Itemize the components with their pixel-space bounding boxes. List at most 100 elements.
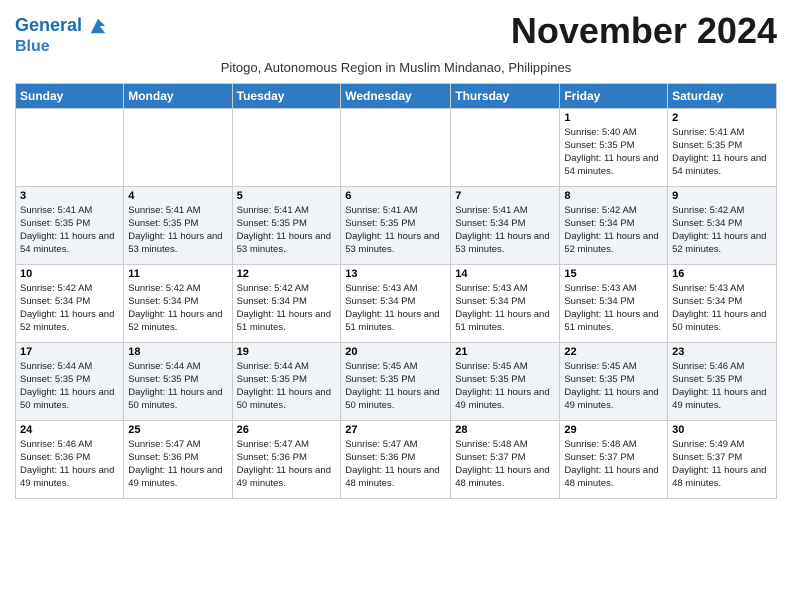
day-number: 24: [20, 424, 119, 436]
day-cell: [232, 108, 341, 186]
day-number: 7: [455, 190, 555, 202]
column-header-wednesday: Wednesday: [341, 83, 451, 108]
day-cell: 12Sunrise: 5:42 AMSunset: 5:34 PMDayligh…: [232, 264, 341, 342]
day-info: Sunrise: 5:44 AMSunset: 5:35 PMDaylight:…: [20, 360, 119, 413]
week-row-1: 1 Sunrise: 5:40 AMSunset: 5:35 PMDaylight…: [16, 108, 777, 186]
day-cell: 4 Sunrise: 5:41 AMSunset: 5:35 PMDaylight…: [124, 186, 232, 264]
day-number: 22: [564, 346, 663, 358]
day-info: Sunrise: 5:45 AMSunset: 5:35 PMDaylight:…: [455, 360, 555, 413]
column-header-thursday: Thursday: [451, 83, 560, 108]
day-cell: 27 Sunrise: 5:47 AMSunset: 5:36 PMDayligh…: [341, 420, 451, 498]
day-cell: [451, 108, 560, 186]
day-cell: 5Sunrise: 5:41 AMSunset: 5:35 PMDaylight…: [232, 186, 341, 264]
day-info: Sunrise: 5:42 AMSunset: 5:34 PMDaylight:…: [564, 204, 663, 257]
day-number: 29: [564, 424, 663, 436]
day-cell: 9Sunrise: 5:42 AMSunset: 5:34 PMDaylight…: [668, 186, 777, 264]
day-number: 9: [672, 190, 772, 202]
day-cell: 30 Sunrise: 5:49 AMSunset: 5:37 PMDayligh…: [668, 420, 777, 498]
day-cell: 16 Sunrise: 5:43 AMSunset: 5:34 PMDayligh…: [668, 264, 777, 342]
column-header-tuesday: Tuesday: [232, 83, 341, 108]
day-info: Sunrise: 5:41 AMSunset: 5:35 PMDaylight:…: [672, 126, 772, 179]
day-info: Sunrise: 5:41 AMSunset: 5:35 PMDaylight:…: [128, 204, 227, 257]
day-info: Sunrise: 5:45 AMSunset: 5:35 PMDaylight:…: [345, 360, 446, 413]
day-number: 6: [345, 190, 446, 202]
day-cell: 28Sunrise: 5:48 AMSunset: 5:37 PMDayligh…: [451, 420, 560, 498]
day-info: Sunrise: 5:42 AMSunset: 5:34 PMDaylight:…: [128, 282, 227, 335]
column-header-friday: Friday: [560, 83, 668, 108]
day-info: Sunrise: 5:46 AMSunset: 5:35 PMDaylight:…: [672, 360, 772, 413]
day-cell: 14 Sunrise: 5:43 AMSunset: 5:34 PMDayligh…: [451, 264, 560, 342]
day-cell: 15 Sunrise: 5:43 AMSunset: 5:34 PMDayligh…: [560, 264, 668, 342]
calendar-body: 1 Sunrise: 5:40 AMSunset: 5:35 PMDaylight…: [16, 108, 777, 498]
day-number: 8: [564, 190, 663, 202]
day-info: Sunrise: 5:41 AMSunset: 5:35 PMDaylight:…: [345, 204, 446, 257]
day-info: Sunrise: 5:41 AMSunset: 5:35 PMDaylight:…: [20, 204, 119, 257]
day-number: 30: [672, 424, 772, 436]
column-header-monday: Monday: [124, 83, 232, 108]
day-number: 18: [128, 346, 227, 358]
day-cell: 2Sunrise: 5:41 AMSunset: 5:35 PMDaylight…: [668, 108, 777, 186]
day-info: Sunrise: 5:49 AMSunset: 5:37 PMDaylight:…: [672, 438, 772, 491]
day-info: Sunrise: 5:47 AMSunset: 5:36 PMDaylight:…: [237, 438, 337, 491]
day-info: Sunrise: 5:42 AMSunset: 5:34 PMDaylight:…: [20, 282, 119, 335]
day-number: 21: [455, 346, 555, 358]
day-number: 23: [672, 346, 772, 358]
day-info: Sunrise: 5:44 AMSunset: 5:35 PMDaylight:…: [237, 360, 337, 413]
day-number: 27: [345, 424, 446, 436]
day-info: Sunrise: 5:48 AMSunset: 5:37 PMDaylight:…: [564, 438, 663, 491]
week-row-3: 10 Sunrise: 5:42 AMSunset: 5:34 PMDayligh…: [16, 264, 777, 342]
day-number: 1: [564, 112, 663, 124]
week-row-5: 24 Sunrise: 5:46 AMSunset: 5:36 PMDayligh…: [16, 420, 777, 498]
day-cell: 13 Sunrise: 5:43 AMSunset: 5:34 PMDayligh…: [341, 264, 451, 342]
month-title: November 2024: [511, 10, 777, 52]
calendar-table: SundayMondayTuesdayWednesdayThursdayFrid…: [15, 83, 777, 499]
day-info: Sunrise: 5:47 AMSunset: 5:36 PMDaylight:…: [345, 438, 446, 491]
day-cell: 1 Sunrise: 5:40 AMSunset: 5:35 PMDaylight…: [560, 108, 668, 186]
day-info: Sunrise: 5:45 AMSunset: 5:35 PMDaylight:…: [564, 360, 663, 413]
day-number: 16: [672, 268, 772, 280]
day-info: Sunrise: 5:44 AMSunset: 5:35 PMDaylight:…: [128, 360, 227, 413]
week-row-4: 17 Sunrise: 5:44 AMSunset: 5:35 PMDayligh…: [16, 342, 777, 420]
day-number: 14: [455, 268, 555, 280]
day-number: 25: [128, 424, 227, 436]
day-number: 10: [20, 268, 119, 280]
day-info: Sunrise: 5:41 AMSunset: 5:35 PMDaylight:…: [237, 204, 337, 257]
day-info: Sunrise: 5:43 AMSunset: 5:34 PMDaylight:…: [564, 282, 663, 335]
logo: General Blue: [15, 16, 107, 56]
day-cell: 7Sunrise: 5:41 AMSunset: 5:34 PMDaylight…: [451, 186, 560, 264]
day-info: Sunrise: 5:46 AMSunset: 5:36 PMDaylight:…: [20, 438, 119, 491]
day-cell: 17 Sunrise: 5:44 AMSunset: 5:35 PMDayligh…: [16, 342, 124, 420]
day-cell: 29 Sunrise: 5:48 AMSunset: 5:37 PMDayligh…: [560, 420, 668, 498]
day-number: 20: [345, 346, 446, 358]
logo-text: General Blue: [15, 16, 107, 56]
week-row-2: 3 Sunrise: 5:41 AMSunset: 5:35 PMDaylight…: [16, 186, 777, 264]
day-number: 3: [20, 190, 119, 202]
day-info: Sunrise: 5:43 AMSunset: 5:34 PMDaylight:…: [455, 282, 555, 335]
subtitle: Pitogo, Autonomous Region in Muslim Mind…: [15, 60, 777, 75]
day-cell: 21 Sunrise: 5:45 AMSunset: 5:35 PMDayligh…: [451, 342, 560, 420]
day-cell: 25Sunrise: 5:47 AMSunset: 5:36 PMDayligh…: [124, 420, 232, 498]
day-info: Sunrise: 5:40 AMSunset: 5:35 PMDaylight:…: [564, 126, 663, 179]
day-info: Sunrise: 5:42 AMSunset: 5:34 PMDaylight:…: [237, 282, 337, 335]
day-cell: 19 Sunrise: 5:44 AMSunset: 5:35 PMDayligh…: [232, 342, 341, 420]
day-cell: 11 Sunrise: 5:42 AMSunset: 5:34 PMDayligh…: [124, 264, 232, 342]
day-number: 13: [345, 268, 446, 280]
day-number: 4: [128, 190, 227, 202]
day-number: 11: [128, 268, 227, 280]
day-cell: 24 Sunrise: 5:46 AMSunset: 5:36 PMDayligh…: [16, 420, 124, 498]
day-info: Sunrise: 5:43 AMSunset: 5:34 PMDaylight:…: [672, 282, 772, 335]
day-cell: 6 Sunrise: 5:41 AMSunset: 5:35 PMDaylight…: [341, 186, 451, 264]
day-cell: 22 Sunrise: 5:45 AMSunset: 5:35 PMDayligh…: [560, 342, 668, 420]
day-cell: 8 Sunrise: 5:42 AMSunset: 5:34 PMDaylight…: [560, 186, 668, 264]
day-number: 19: [237, 346, 337, 358]
day-number: 26: [237, 424, 337, 436]
column-header-sunday: Sunday: [16, 83, 124, 108]
calendar-header-row: SundayMondayTuesdayWednesdayThursdayFrid…: [16, 83, 777, 108]
day-number: 28: [455, 424, 555, 436]
day-info: Sunrise: 5:43 AMSunset: 5:34 PMDaylight:…: [345, 282, 446, 335]
day-cell: 23 Sunrise: 5:46 AMSunset: 5:35 PMDayligh…: [668, 342, 777, 420]
day-cell: 18 Sunrise: 5:44 AMSunset: 5:35 PMDayligh…: [124, 342, 232, 420]
day-number: 17: [20, 346, 119, 358]
day-number: 15: [564, 268, 663, 280]
day-cell: 3 Sunrise: 5:41 AMSunset: 5:35 PMDaylight…: [16, 186, 124, 264]
